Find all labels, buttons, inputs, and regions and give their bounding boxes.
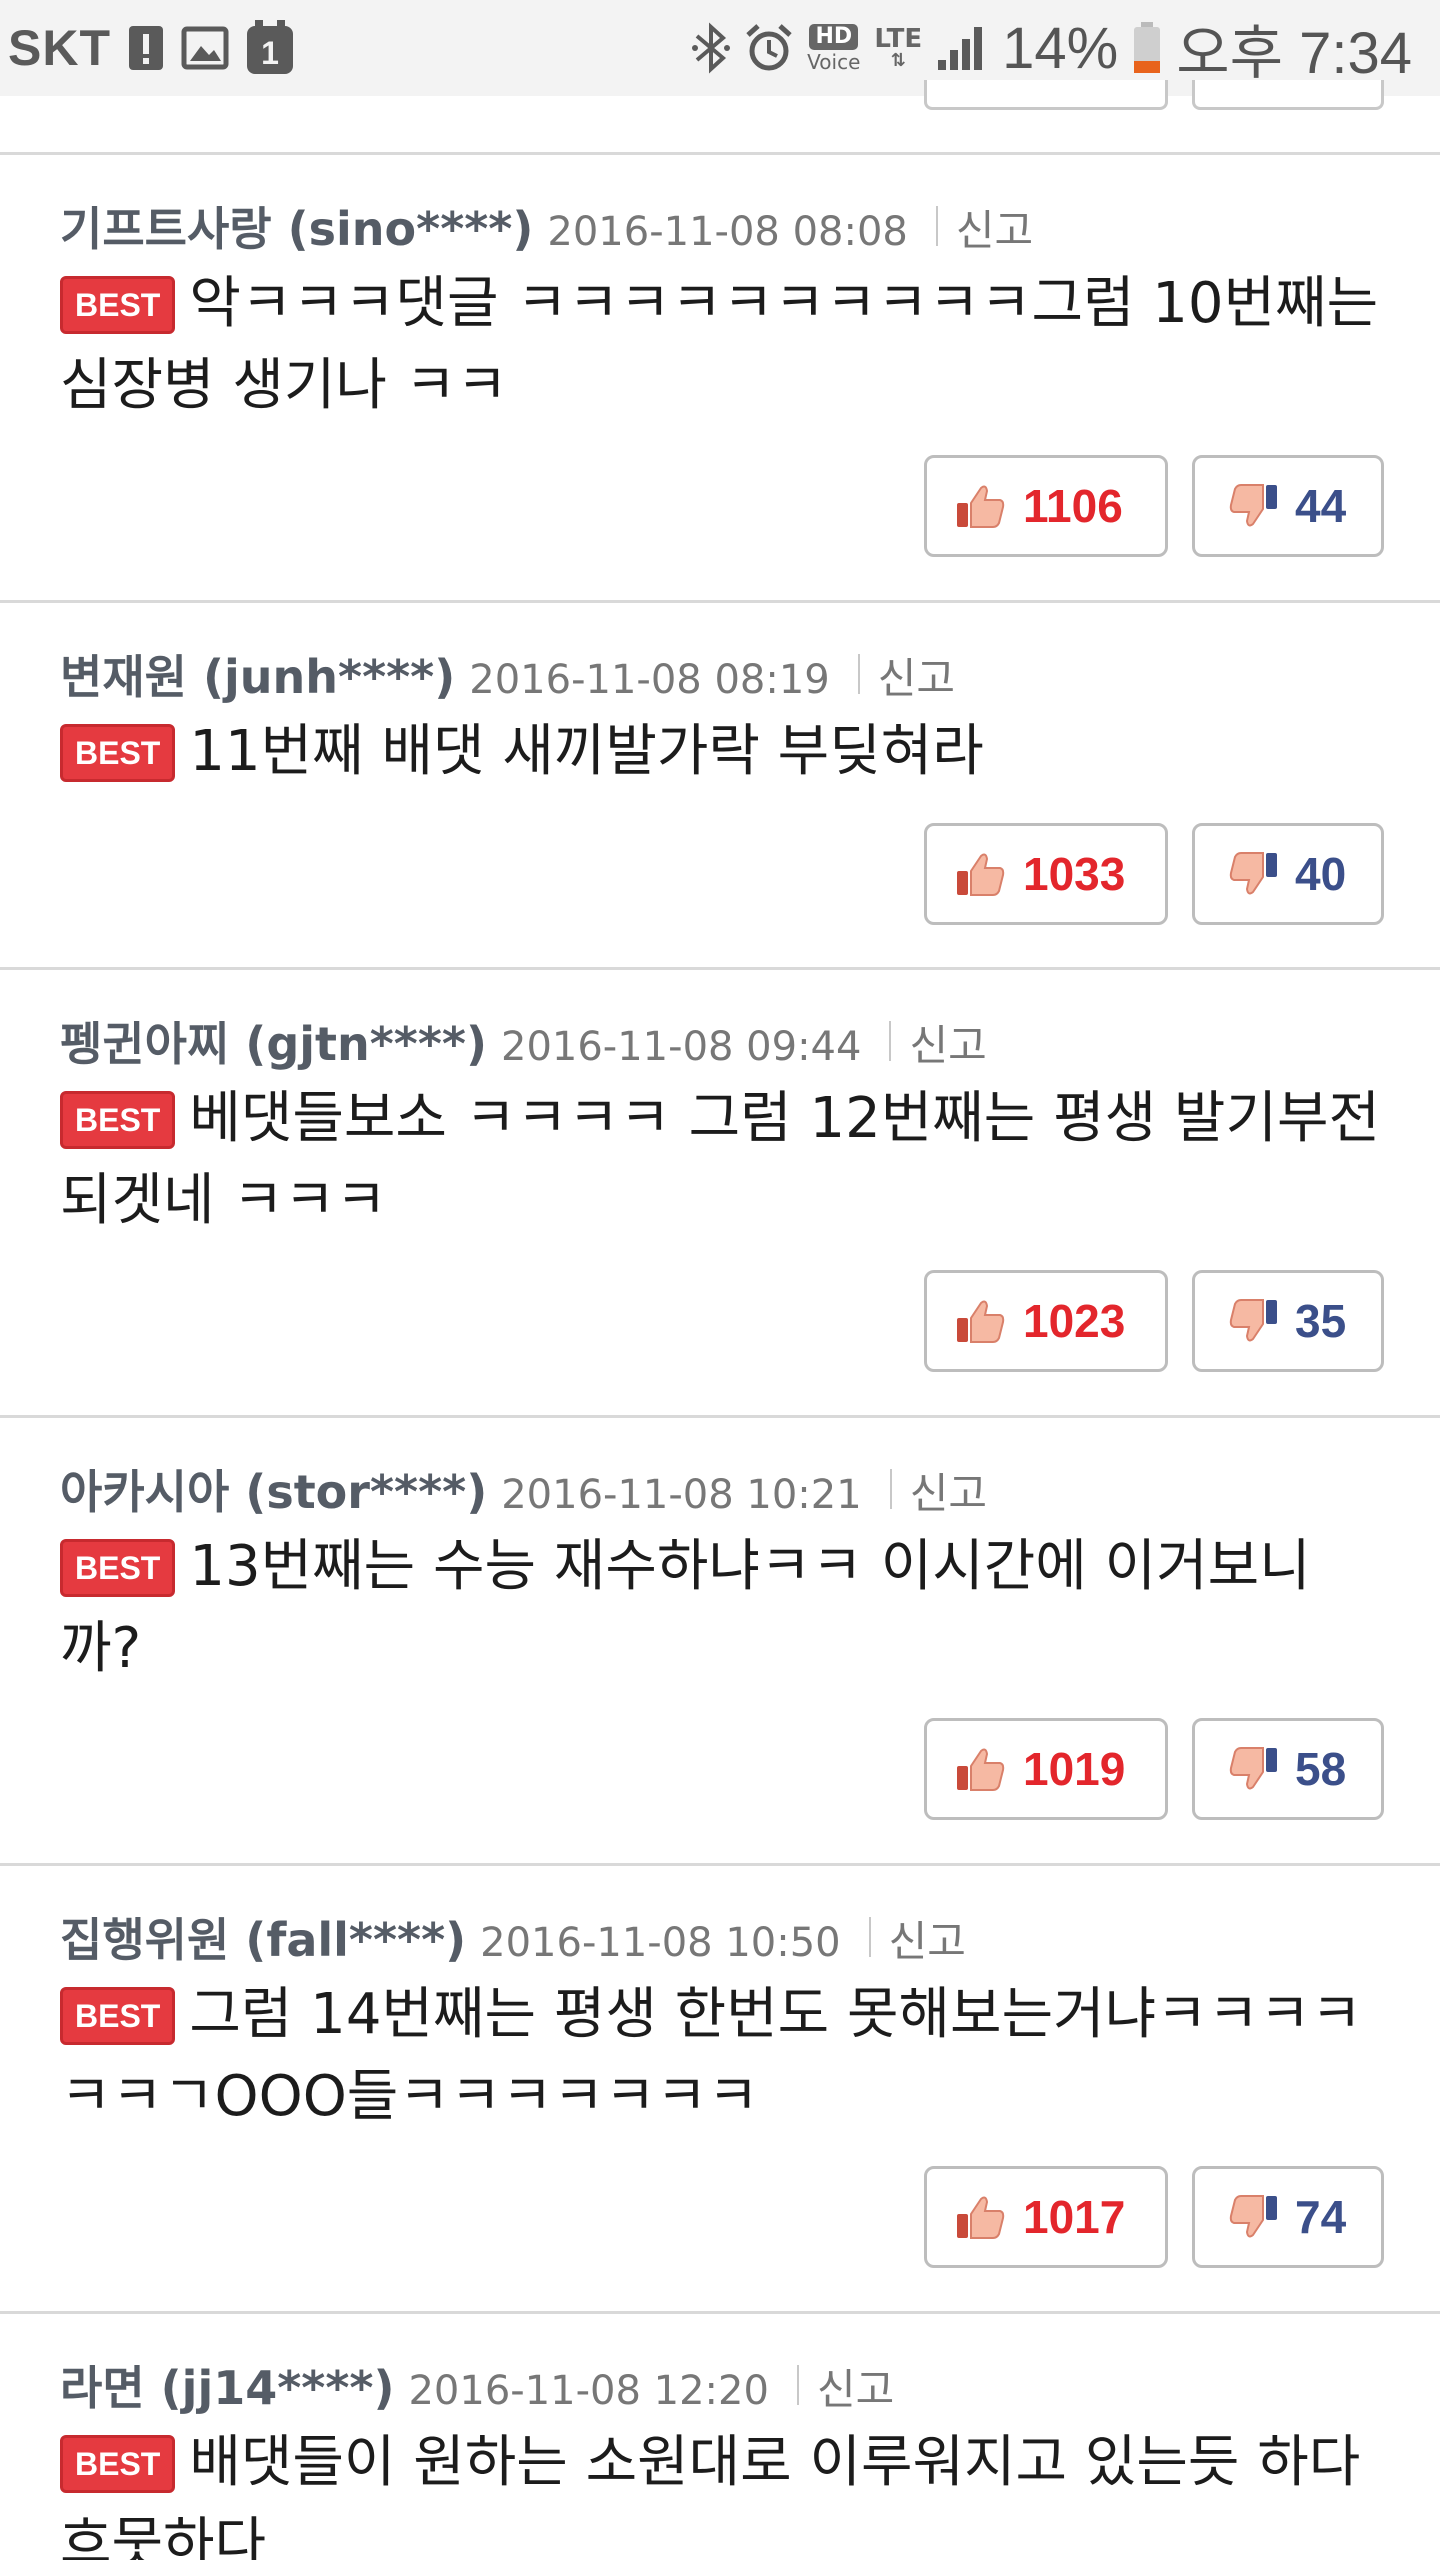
- comment-item: 아카시아 (stor****) 2016-11-08 10:21 신고 BEST…: [0, 1418, 1440, 1863]
- battery-icon: [1132, 21, 1162, 75]
- thumbs-up-icon: [957, 1300, 1005, 1343]
- best-badge: BEST: [60, 1987, 176, 2045]
- comment-body: BEST 악ㅋㅋㅋ댓글 ㅋㅋㅋㅋㅋㅋㅋㅋㅋㅋ그럼 10번째는 심장병 생기나 ㅋㅋ: [60, 263, 1380, 427]
- notification-icon: 1: [245, 20, 295, 76]
- comment-body: BEST 배댓들이 원하는 소원대로 이루워지고 있는듯 하다 흐뭇하다: [60, 2422, 1380, 2560]
- comment-text: 13번째는 수능 재수하냐ㅋㅋ 이시간에 이거보니까?: [60, 1534, 1311, 1681]
- comment-text: 베댓들보소 ㅋㅋㅋㅋ 그럼 12번째는 평생 발기부전 되겟네 ㅋㅋㅋ: [60, 1086, 1381, 1233]
- thumbs-up-icon: [957, 853, 1005, 896]
- comment-item: 라면 (jj14****) 2016-11-08 12:20 신고 BEST 배댓…: [0, 2314, 1440, 2560]
- separator: [889, 1021, 892, 1061]
- dislike-button[interactable]: 44: [1192, 455, 1384, 557]
- warning-icon: [127, 22, 165, 74]
- dislike-button[interactable]: 74: [1192, 2166, 1384, 2268]
- comment-item: 변재원 (junh****) 2016-11-08 08:19 신고 BEST 1…: [0, 603, 1440, 967]
- like-button[interactable]: 1017: [924, 2166, 1168, 2268]
- thumbs-down-icon: [1229, 852, 1277, 895]
- best-badge: BEST: [60, 724, 176, 782]
- comment-author[interactable]: 펭귄아찌 (gjtn****): [60, 1008, 487, 1074]
- comment-date: 2016-11-08 12:20: [408, 2368, 769, 2414]
- comment-date: 2016-11-08 08:19: [469, 657, 830, 703]
- dislike-button[interactable]: 40: [1192, 823, 1384, 925]
- comment-body: BEST 13번째는 수능 재수하냐ㅋㅋ 이시간에 이거보니까?: [60, 1526, 1380, 1690]
- thumbs-down-icon: [1229, 1747, 1277, 1790]
- report-link[interactable]: 신고: [956, 197, 1033, 258]
- comment-date: 2016-11-08 10:21: [501, 1472, 862, 1518]
- comment-author[interactable]: 아카시아 (stor****): [60, 1456, 487, 1522]
- like-count: 1023: [1023, 1295, 1126, 1347]
- carrier-label: SKT: [8, 20, 111, 76]
- comment-author[interactable]: 라면 (jj14****): [60, 2352, 394, 2418]
- comment-item: 기프트사랑 (sino****) 2016-11-08 08:08 신고 BES…: [0, 155, 1440, 600]
- dislike-count: 58: [1295, 1743, 1347, 1795]
- svg-text:1: 1: [261, 35, 279, 71]
- comment-text: 악ㅋㅋㅋ댓글 ㅋㅋㅋㅋㅋㅋㅋㅋㅋㅋ그럼 10번째는 심장병 생기나 ㅋㅋ: [60, 271, 1379, 418]
- thumbs-up-icon: [957, 1748, 1005, 1791]
- thumbs-up-icon: [957, 2196, 1005, 2239]
- thumbs-down-icon: [1229, 2195, 1277, 2238]
- alarm-icon: [745, 23, 793, 73]
- comment-body: BEST 베댓들보소 ㅋㅋㅋㅋ 그럼 12번째는 평생 발기부전 되겟네 ㅋㅋㅋ: [60, 1078, 1380, 1242]
- comment-author[interactable]: 기프트사랑 (sino****): [60, 193, 533, 259]
- gallery-icon: [181, 26, 229, 70]
- separator: [935, 206, 938, 246]
- like-button[interactable]: 1106: [924, 455, 1168, 557]
- dislike-button[interactable]: 58: [1192, 1718, 1384, 1820]
- dislike-button[interactable]: 35: [1192, 1270, 1384, 1372]
- like-button[interactable]: 1023: [924, 1270, 1168, 1372]
- dislike-count: 44: [1295, 480, 1347, 532]
- battery-percent: 14%: [1002, 15, 1119, 81]
- best-badge: BEST: [60, 1539, 176, 1597]
- dislike-count: 40: [1295, 848, 1347, 900]
- like-count: 1106: [1023, 480, 1123, 532]
- thumbs-up-icon: [957, 485, 1005, 528]
- hd-voice-icon: HD Voice: [807, 24, 861, 74]
- like-count: 1033: [1023, 848, 1126, 900]
- separator: [868, 1917, 871, 1957]
- like-button[interactable]: 1019: [924, 1718, 1168, 1820]
- comment-item: 집행위원 (fall****) 2016-11-08 10:50 신고 BEST…: [0, 1866, 1440, 2311]
- dislike-count: 74: [1295, 2191, 1347, 2243]
- report-link[interactable]: 신고: [910, 1460, 987, 1521]
- comment-text: 11번째 배댓 새끼발가락 부딪혀라: [189, 719, 984, 784]
- separator: [796, 2365, 799, 2405]
- report-link[interactable]: 신고: [909, 1012, 986, 1073]
- comment-date: 2016-11-08 10:50: [480, 1920, 841, 1966]
- comment-body: BEST 그럼 14번째는 평생 한번도 못해보는거냐ㅋㅋㅋㅋㅋㅋㄱOOO들ㅋㅋㅋ…: [60, 1974, 1380, 2138]
- comment-date: 2016-11-08 08:08: [547, 209, 908, 255]
- separator: [857, 654, 860, 694]
- dislike-count: 35: [1295, 1295, 1347, 1347]
- comment-text: 그럼 14번째는 평생 한번도 못해보는거냐ㅋㅋㅋㅋㅋㅋㄱOOO들ㅋㅋㅋㅋㅋㅋㅋ: [60, 1982, 1363, 2129]
- comment-text: 배댓들이 원하는 소원대로 이루워지고 있는듯 하다 흐뭇하다: [60, 2430, 1361, 2560]
- report-link[interactable]: 신고: [878, 645, 955, 706]
- separator: [889, 1469, 892, 1509]
- comment-body: BEST 11번째 배댓 새끼발가락 부딪혀라: [60, 711, 1380, 793]
- comment-author[interactable]: 집행위원 (fall****): [60, 1904, 466, 1970]
- best-badge: BEST: [60, 276, 176, 334]
- bluetooth-icon: [691, 21, 731, 75]
- comment-author[interactable]: 변재원 (junh****): [60, 641, 455, 707]
- best-badge: BEST: [60, 1091, 176, 1149]
- like-count: 1017: [1023, 2191, 1126, 2243]
- thumbs-down-icon: [1229, 484, 1277, 527]
- comment-date: 2016-11-08 09:44: [501, 1024, 862, 1070]
- report-link[interactable]: 신고: [889, 1908, 966, 1969]
- report-link[interactable]: 신고: [817, 2356, 894, 2417]
- signal-icon: [936, 24, 988, 72]
- lte-icon: LTE ⇅: [874, 24, 923, 71]
- like-count: 1019: [1023, 1743, 1126, 1795]
- previous-dislike-button[interactable]: [1192, 80, 1384, 110]
- best-badge: BEST: [60, 2435, 176, 2493]
- like-button[interactable]: 1033: [924, 823, 1168, 925]
- comment-item: 펭귄아찌 (gjtn****) 2016-11-08 09:44 신고 BEST…: [0, 970, 1440, 1415]
- previous-like-button[interactable]: [924, 80, 1168, 110]
- clock: 오후 7:34: [1176, 21, 1412, 86]
- thumbs-down-icon: [1229, 1299, 1277, 1342]
